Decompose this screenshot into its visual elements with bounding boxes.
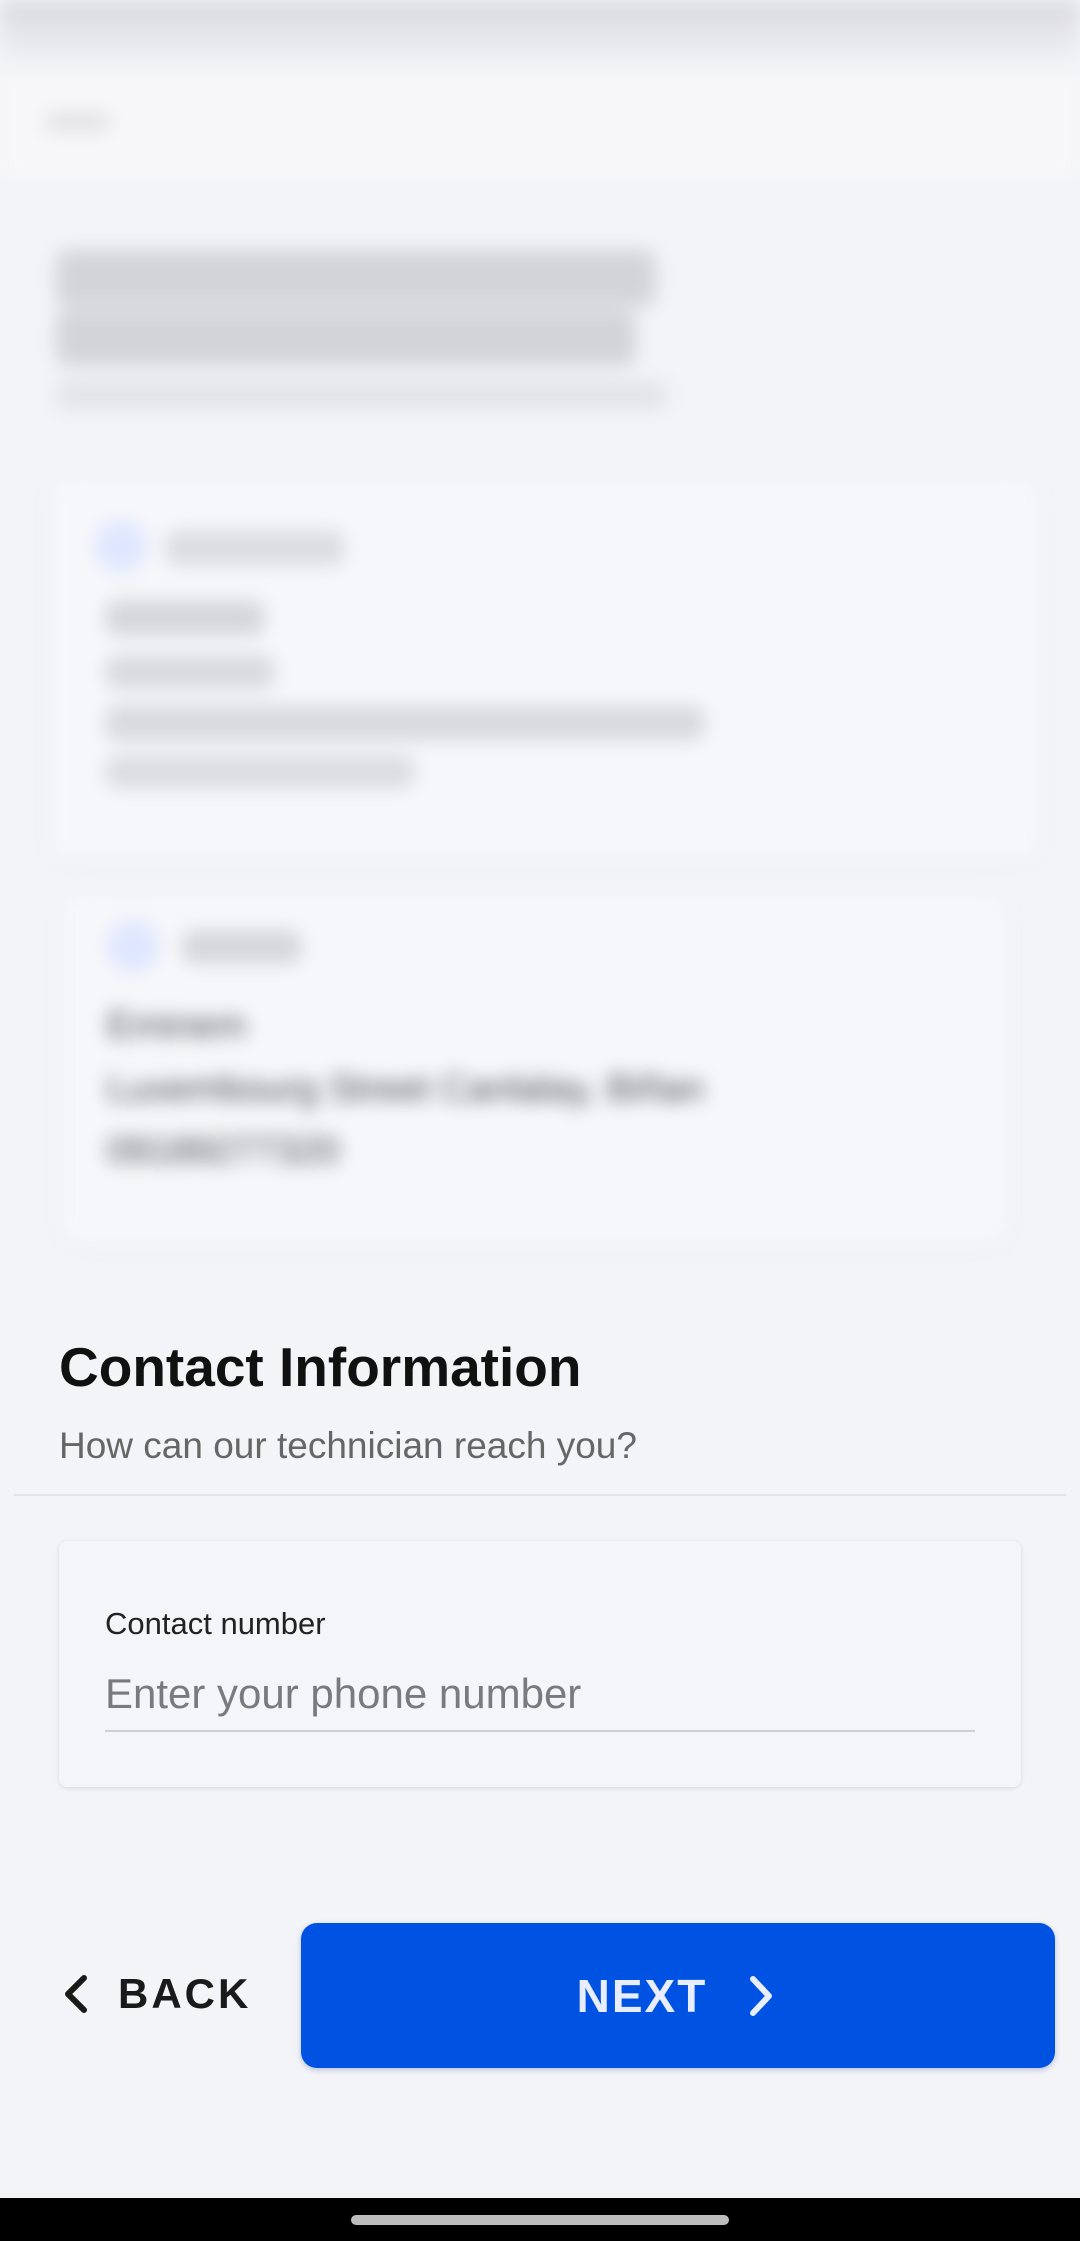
back-button[interactable]: BACK [58,1952,251,2036]
blurred-text-line [105,755,415,789]
blurred-address-card-1 [50,480,1040,860]
blurred-address-card-2: Eminem Luxembourg Street Canlalay, Biñan… [62,895,1007,1245]
blurred-tag [182,930,302,964]
status-bar-shade [0,0,1080,70]
location-icon [95,520,147,572]
back-button-label: BACK [118,1970,252,2017]
contact-section-subtitle: How can our technician reach you? [59,1425,637,1466]
contact-section-title: Contact Information [59,1336,582,1398]
back-arrow-icon [46,112,110,132]
blurred-heading-2 [56,310,636,366]
blurred-name: Eminem [107,1005,247,1047]
chevron-right-icon [750,1975,773,2016]
contact-number-label: Contact number [105,1606,326,1641]
location-icon [107,920,159,972]
home-indicator[interactable] [351,2215,729,2225]
blurred-heading [56,250,656,306]
blurred-text-line [105,655,275,689]
next-button[interactable]: NEXT [301,1923,1055,2068]
section-divider [14,1494,1066,1496]
phone-number-input[interactable] [105,1658,975,1732]
next-button-label: NEXT [576,1969,708,2022]
chevron-left-icon [65,1975,87,2013]
blurred-address: Luxembourg Street Canlalay, Biñan [107,1068,705,1110]
blurred-tag [165,530,345,566]
blurred-phone: 09189277320 [107,1130,340,1172]
blurred-text-line [105,705,705,741]
app-bar [0,70,1080,180]
blurred-subheading [56,380,666,410]
blurred-background: Eminem Luxembourg Street Canlalay, Biñan… [0,0,1080,1270]
blurred-text-line [105,600,265,636]
contact-number-card: Contact number [59,1541,1021,1787]
